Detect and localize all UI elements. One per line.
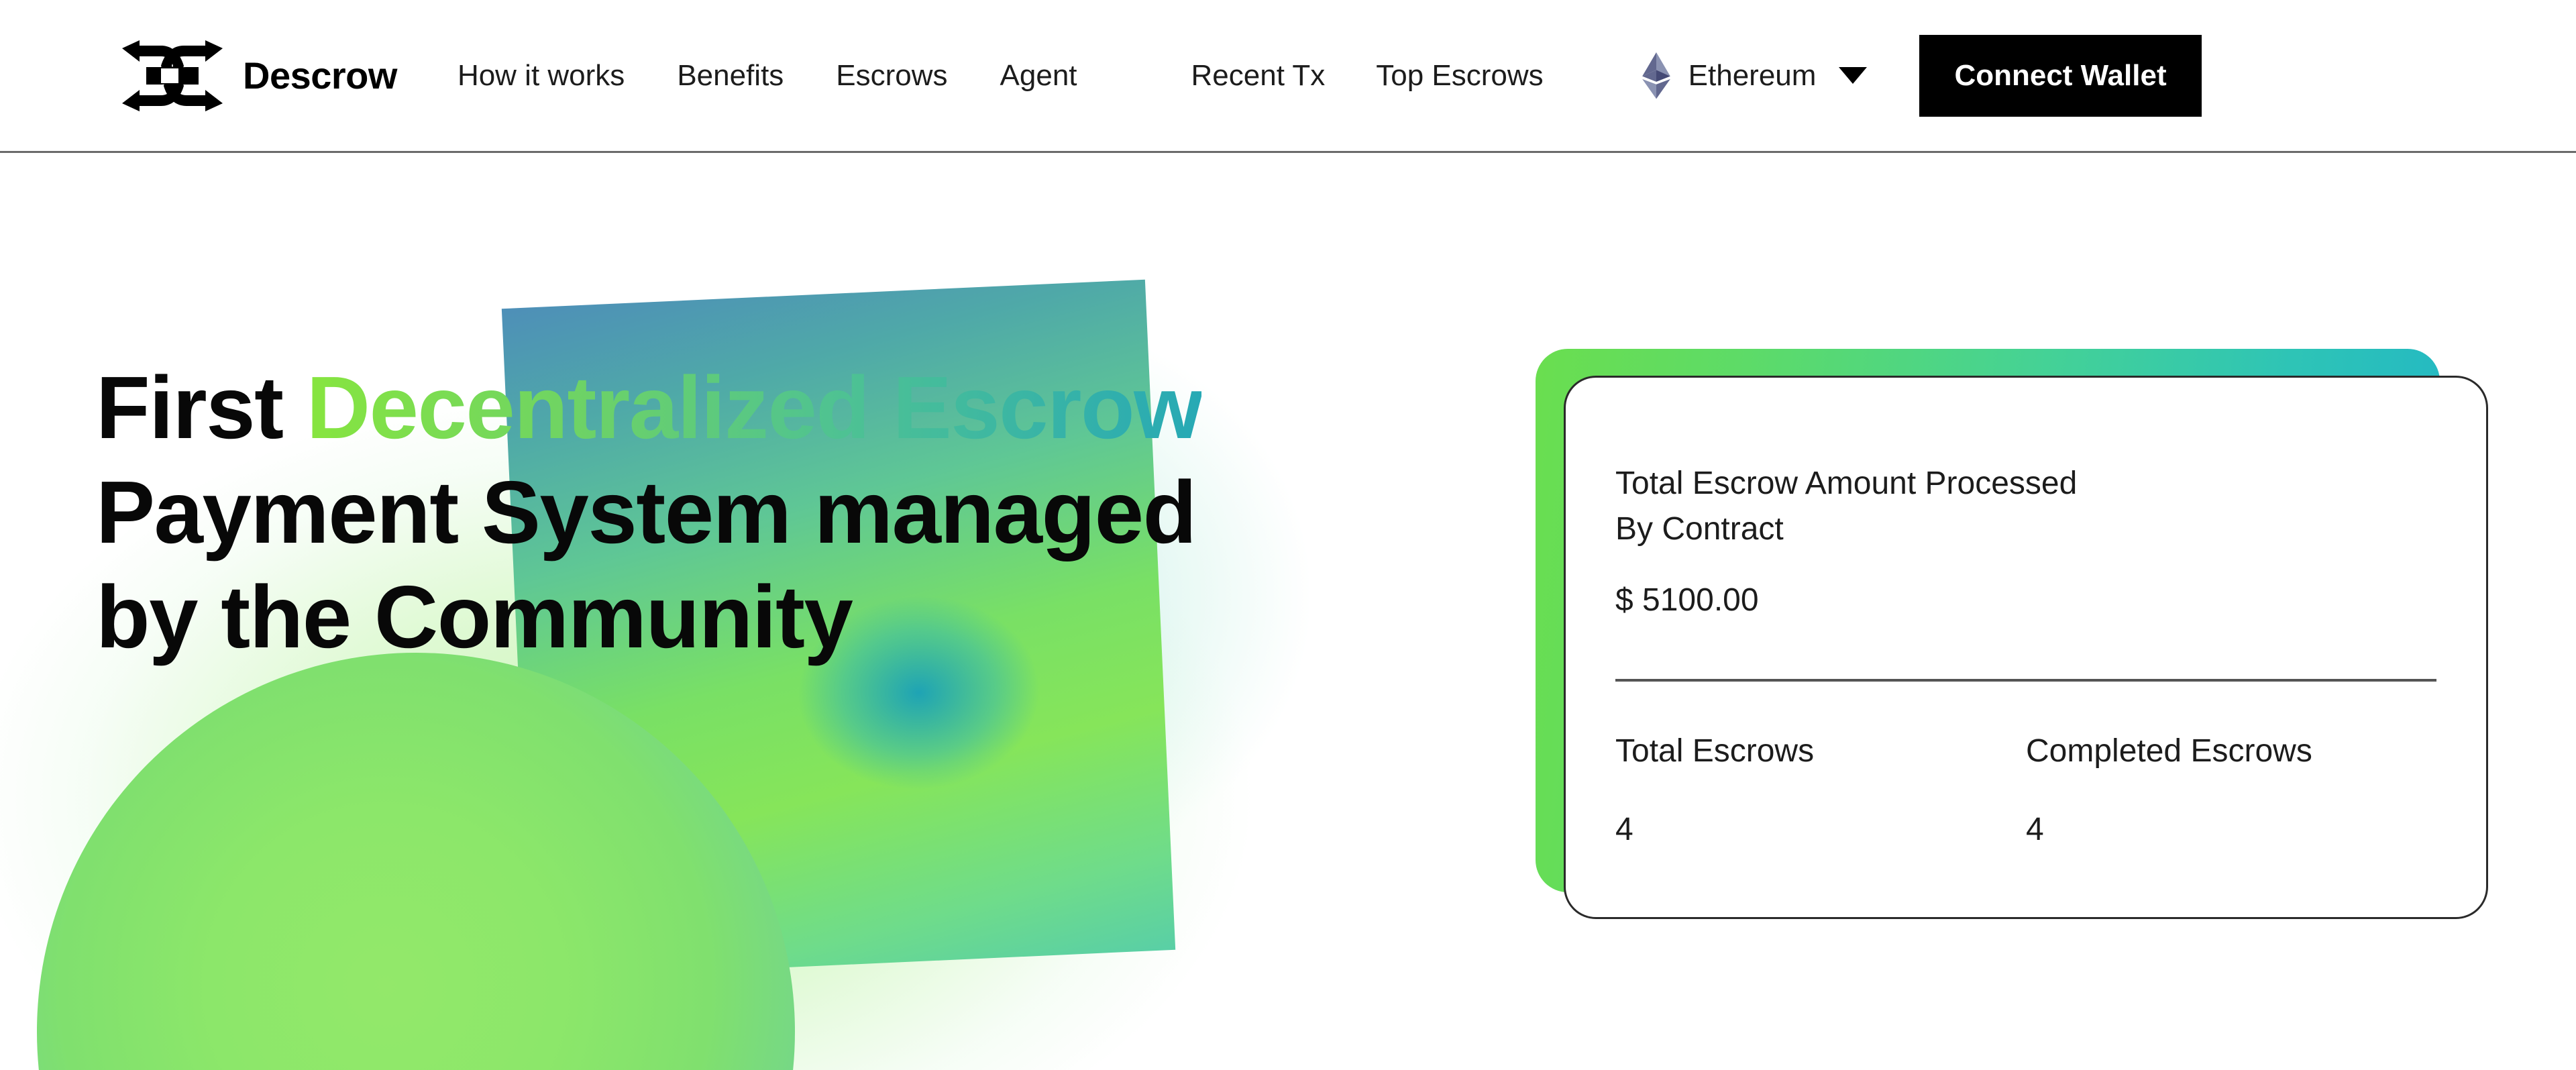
total-escrow-amount-label: Total Escrow Amount Processed By Contrac… [1615, 461, 2436, 552]
hero-title-gradient: Decentralized Escrow [306, 358, 1203, 457]
nav-link-top-escrows[interactable]: Top Escrows [1376, 52, 1543, 99]
hero-title-line-3: by the Community [96, 567, 853, 666]
stats-card-wrapper: Total Escrow Amount Processed By Contrac… [1536, 349, 2488, 953]
total-escrow-amount-value: $ 5100.00 [1615, 582, 1759, 619]
hero-copy: First Decentralized Escrow Payment Syste… [96, 356, 1203, 669]
chevron-down-icon[interactable] [1839, 67, 1868, 84]
stats-divider [1615, 679, 2436, 682]
brand-logo-link[interactable]: Descrow [119, 39, 397, 113]
stat-completed-escrows-title: Completed Escrows [2026, 733, 2312, 769]
stat-completed-escrows: Completed Escrows 4 [2026, 733, 2436, 848]
nav-link-escrows[interactable]: Escrows [836, 52, 947, 99]
chain-selected-label: Ethereum [1688, 58, 1817, 92]
nav-link-recent-tx[interactable]: Recent Tx [1191, 52, 1326, 99]
hero-title-line-2: Payment System managed [96, 462, 1197, 561]
secondary-navigation: Recent Tx Top Escrows [1191, 52, 1544, 99]
site-header: Descrow How it works Benefits Escrows Ag… [0, 0, 2576, 153]
hero-section: First Decentralized Escrow Payment Syste… [0, 153, 2576, 1070]
ethereum-icon [1642, 52, 1670, 99]
primary-navigation: How it works Benefits Escrows Agent [458, 52, 1077, 99]
stats-columns: Total Escrows 4 Completed Escrows 4 [1615, 733, 2436, 848]
hero-title-line-1: First [96, 358, 307, 457]
hero-title: First Decentralized Escrow Payment Syste… [96, 356, 1203, 669]
nav-link-how-it-works[interactable]: How it works [458, 52, 625, 99]
descrow-logo-icon [122, 40, 223, 111]
decorative-green-circle [37, 653, 795, 1070]
stat-completed-escrows-value: 4 [2026, 812, 2044, 848]
nav-link-benefits[interactable]: Benefits [677, 52, 784, 99]
brand-name: Descrow [243, 54, 397, 97]
stat-total-escrows-title: Total Escrows [1615, 733, 1815, 769]
stat-total-escrows: Total Escrows 4 [1615, 733, 2026, 848]
chain-selector[interactable]: Ethereum [1642, 52, 1868, 99]
stats-card: Total Escrow Amount Processed By Contrac… [1564, 376, 2488, 919]
total-escrow-amount-label-line1: Total Escrow Amount Processed [1615, 466, 2078, 501]
connect-wallet-button[interactable]: Connect Wallet [1919, 34, 2202, 117]
total-escrow-amount-label-line2: By Contract [1615, 511, 1784, 547]
nav-link-agent[interactable]: Agent [1000, 52, 1077, 99]
stat-total-escrows-value: 4 [1615, 812, 1633, 848]
